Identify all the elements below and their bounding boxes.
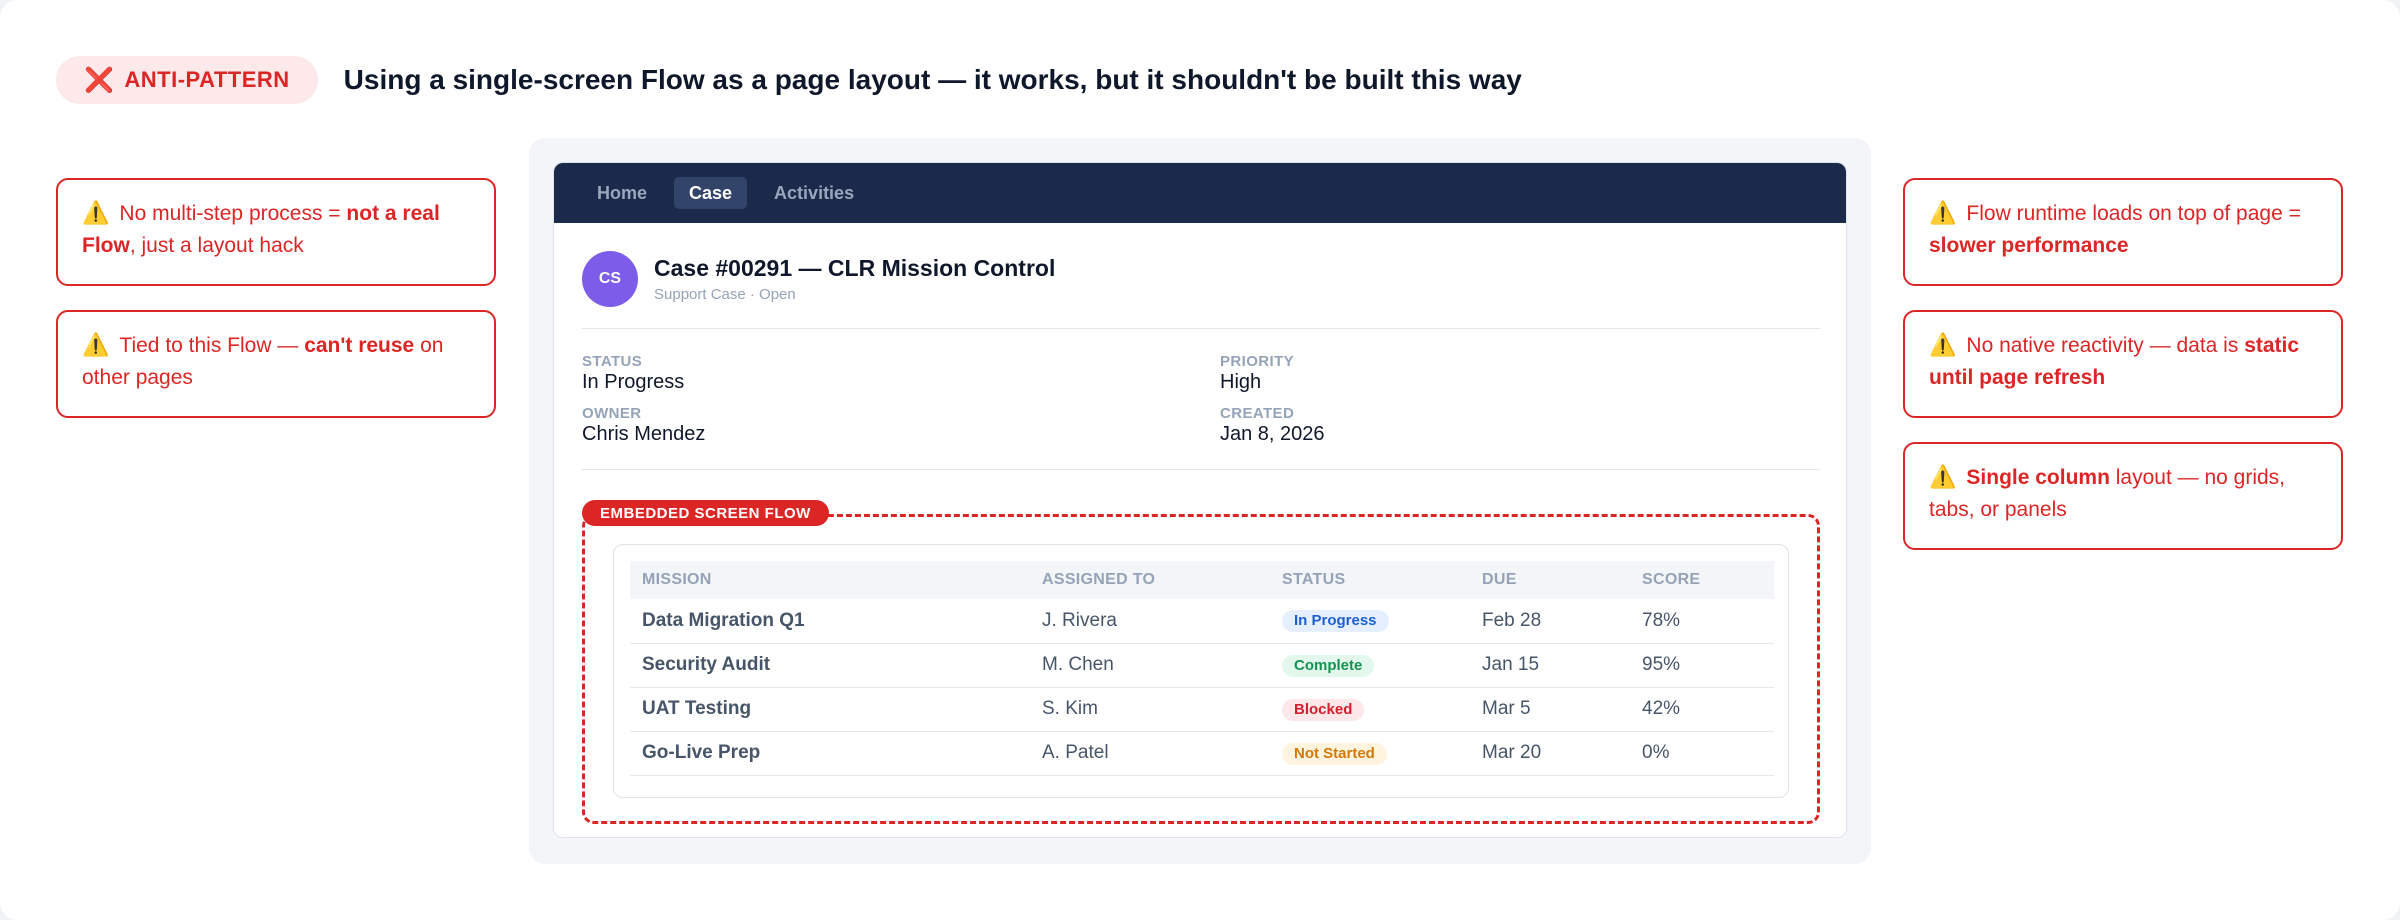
field-status: STATUS In Progress xyxy=(582,353,684,394)
callout-no-reactivity: ⚠️ No native reactivity — data is static … xyxy=(1903,310,2343,418)
field-label: CREATED xyxy=(1220,405,1295,422)
mock-window: Home Case Activities CS Case #00291 — CL… xyxy=(529,138,1871,864)
slide-frame: ❌ ANTI-PATTERN Using a single-screen Flo… xyxy=(0,0,2400,920)
cell-status: Not Started xyxy=(1270,731,1470,776)
status-badge: Not Started xyxy=(1282,742,1387,765)
warning-icon: ⚠️ xyxy=(1929,464,1957,489)
callout-text: Tied to this Flow — xyxy=(119,334,305,357)
callout-text: No native reactivity — data is xyxy=(1966,334,2245,357)
cell-assigned-to: J. Rivera xyxy=(1030,599,1270,644)
callout-slower-performance: ⚠️ Flow runtime loads on top of page = sl… xyxy=(1903,178,2343,286)
embedded-flow-region: MISSION ASSIGNED TO STATUS DUE SCORE Dat… xyxy=(582,514,1820,824)
warning-icon: ⚠️ xyxy=(1929,200,1957,225)
table-header-row: MISSION ASSIGNED TO STATUS DUE SCORE xyxy=(630,561,1774,599)
status-badge: Blocked xyxy=(1282,698,1365,721)
column-header-score: SCORE xyxy=(1642,571,1701,588)
tab-case[interactable]: Case xyxy=(674,177,748,209)
cell-status: Complete xyxy=(1270,643,1470,688)
cross-icon: ❌ xyxy=(84,66,115,94)
badge-label: ANTI-PATTERN xyxy=(124,67,290,92)
divider xyxy=(582,469,1820,470)
field-label: OWNER xyxy=(582,405,642,422)
table-row: Go-Live Prep A. Patel Not Started Mar 20 0% xyxy=(630,731,1774,776)
cell-due: Jan 15 xyxy=(1470,643,1630,688)
callout-text: No multi-step process = xyxy=(119,202,347,225)
flow-table-card: MISSION ASSIGNED TO STATUS DUE SCORE Dat… xyxy=(613,544,1789,798)
cell-status: In Progress xyxy=(1270,599,1470,644)
cell-due: Feb 28 xyxy=(1470,599,1630,644)
field-priority: PRIORITY High xyxy=(1220,353,1294,394)
missions-table: MISSION ASSIGNED TO STATUS DUE SCORE Dat… xyxy=(630,561,1774,776)
cell-assigned-to: M. Chen xyxy=(1030,643,1270,688)
table-row: UAT Testing S. Kim Blocked Mar 5 42% xyxy=(630,687,1774,732)
record-page: Home Case Activities CS Case #00291 — CL… xyxy=(553,162,1847,838)
field-value: High xyxy=(1220,371,1262,393)
callout-single-column: ⚠️ Single column layout — no grids, tabs,… xyxy=(1903,442,2343,550)
column-header-assigned: ASSIGNED TO xyxy=(1042,571,1156,588)
record-title: Case #00291 — CLR Mission Control xyxy=(654,255,1056,281)
warning-icon: ⚠️ xyxy=(82,200,110,225)
callout-not-real-flow: ⚠️ No multi-step process = not a real Flo… xyxy=(56,178,496,286)
tab-home[interactable]: Home xyxy=(582,177,662,209)
field-owner: OWNER Chris Mendez xyxy=(582,405,705,446)
callout-emphasis: can't reuse xyxy=(304,334,415,357)
column-header-due: DUE xyxy=(1482,571,1517,588)
cell-due: Mar 5 xyxy=(1470,687,1630,732)
warning-icon: ⚠️ xyxy=(82,332,110,357)
status-badge: Complete xyxy=(1282,654,1375,677)
column-header-status: STATUS xyxy=(1282,571,1346,588)
cell-mission: Data Migration Q1 xyxy=(630,599,1030,644)
field-label: STATUS xyxy=(582,353,643,370)
embedded-flow-tag: EMBEDDED SCREEN FLOW xyxy=(582,500,829,526)
tab-activities[interactable]: Activities xyxy=(759,177,869,209)
record-subtitle: Support Case · Open xyxy=(654,286,796,303)
field-created: CREATED Jan 8, 2026 xyxy=(1220,405,1325,446)
avatar: CS xyxy=(582,251,638,307)
anti-pattern-badge: ❌ ANTI-PATTERN xyxy=(56,56,318,104)
callout-text: Flow runtime loads on top of page = xyxy=(1966,202,2301,225)
cell-score: 42% xyxy=(1630,687,1774,732)
table-row: Data Migration Q1 J. Rivera In Progress Feb… xyxy=(630,599,1774,644)
nav-bar: Home Case Activities xyxy=(554,163,1846,223)
field-value: In Progress xyxy=(582,371,685,393)
cell-score: 95% xyxy=(1630,643,1774,688)
record-header: CS Case #00291 — CLR Mission Control Sup… xyxy=(582,251,1055,307)
cell-mission: Security Audit xyxy=(630,643,1030,688)
cell-score: 78% xyxy=(1630,599,1774,644)
callout-emphasis: Single column xyxy=(1966,466,2110,489)
status-badge: In Progress xyxy=(1282,610,1389,633)
page-title: Using a single-screen Flow as a page lay… xyxy=(343,64,1522,95)
callout-cant-reuse: ⚠️ Tied to this Flow — can't reuse on oth… xyxy=(56,310,496,418)
field-value: Chris Mendez xyxy=(582,423,706,445)
cell-mission: UAT Testing xyxy=(630,687,1030,732)
divider xyxy=(582,328,1820,329)
cell-mission: Go-Live Prep xyxy=(630,731,1030,776)
cell-assigned-to: S. Kim xyxy=(1030,687,1270,732)
callout-emphasis: slower performance xyxy=(1929,234,2129,257)
warning-icon: ⚠️ xyxy=(1929,332,1957,357)
table-row: Security Audit M. Chen Complete Jan 15 95% xyxy=(630,643,1774,688)
callout-text: , just a layout hack xyxy=(129,234,304,257)
cell-assigned-to: A. Patel xyxy=(1030,731,1270,776)
field-value: Jan 8, 2026 xyxy=(1220,423,1325,445)
cell-score: 0% xyxy=(1630,731,1774,776)
cell-status: Blocked xyxy=(1270,687,1470,732)
field-label: PRIORITY xyxy=(1220,353,1295,370)
column-header-mission: MISSION xyxy=(642,571,712,588)
header: ❌ ANTI-PATTERN Using a single-screen Flo… xyxy=(56,56,1522,104)
cell-due: Mar 20 xyxy=(1470,731,1630,776)
